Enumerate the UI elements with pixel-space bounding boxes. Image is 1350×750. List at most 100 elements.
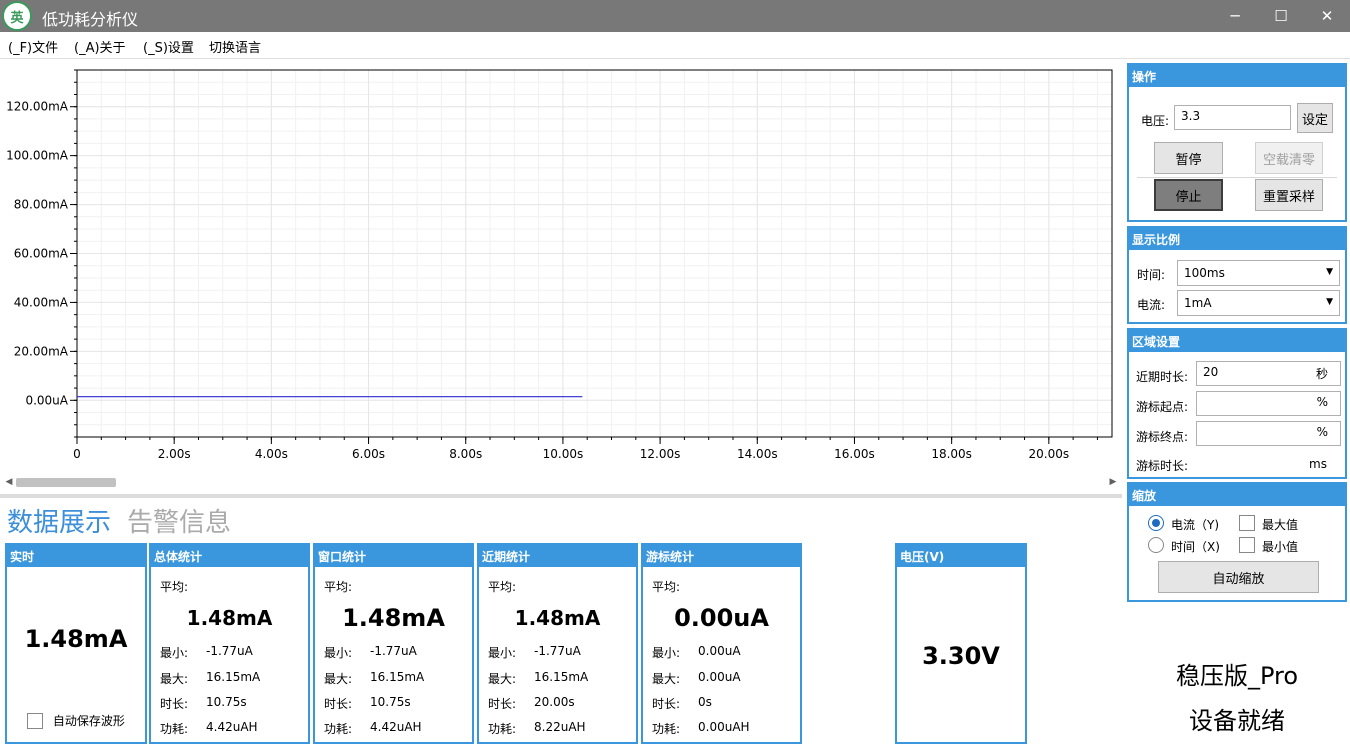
scroll-left-icon[interactable]: ◀ xyxy=(2,474,16,490)
current-scale-value: 1mA xyxy=(1184,296,1212,310)
menu-about[interactable]: (_A)关于 xyxy=(74,37,126,56)
cursor-end-input[interactable]: % xyxy=(1196,421,1341,446)
y-tick-label: 20.00mA xyxy=(14,344,69,358)
menu-settings[interactable]: (_S)设置 xyxy=(143,37,194,56)
duration-value: 10.75s xyxy=(370,695,411,709)
window-title: 低功耗分析仪 xyxy=(42,10,139,29)
autosave-checkbox[interactable] xyxy=(27,712,43,729)
x-tick-label: 12.00s xyxy=(640,447,681,461)
maximize-button[interactable]: ☐ xyxy=(1258,0,1304,32)
power-value: 0.00uAH xyxy=(698,720,750,734)
min-value: 0.00uA xyxy=(698,644,741,658)
operation-divider xyxy=(1137,177,1337,178)
power-label: 功耗: xyxy=(652,722,681,736)
realtime-panel: 实时 1.48mA 自动保存波形 xyxy=(5,543,147,744)
zoom-current-radio[interactable] xyxy=(1148,515,1164,531)
percent-unit: % xyxy=(1316,425,1328,439)
tab-data-display[interactable]: 数据展示 xyxy=(7,502,111,539)
duration-value: 10.75s xyxy=(206,695,247,709)
zoom-time-label: 时间（X) xyxy=(1171,540,1220,554)
chevron-down-icon: ▼ xyxy=(1326,297,1333,307)
avg-value: 1.48mA xyxy=(186,606,273,630)
x-tick-label: 20.00s xyxy=(1029,447,1070,461)
panel-splitter[interactable] xyxy=(0,494,1122,498)
min-value: -1.77uA xyxy=(370,644,417,658)
power-value: 8.22uAH xyxy=(534,720,586,734)
cursor-start-label: 游标起点: xyxy=(1136,400,1189,414)
max-value: 16.15mA xyxy=(370,670,425,684)
operation-group: 操作 电压: 3.3 设定 暂停 空载清零 停止 重置采样 xyxy=(1127,63,1347,222)
waveform-chart[interactable]: 120.00mA 100.00mA 80.00mA 60.00mA 40.00mA 20.… xyxy=(0,60,1122,494)
max-value: 0.00uA xyxy=(698,670,741,684)
menu-language[interactable]: 切换语言 xyxy=(209,37,261,56)
min-label: 最小: xyxy=(488,646,517,660)
cursor-start-input[interactable]: % xyxy=(1196,391,1341,416)
menu-bar: (_F)文件 (_A)关于 (_S)设置 切换语言 xyxy=(0,32,1350,59)
stop-button[interactable]: 停止 xyxy=(1154,179,1223,211)
min-label: 最小: xyxy=(324,646,353,660)
avg-label: 平均: xyxy=(652,580,681,594)
min-label: 最小: xyxy=(652,646,681,660)
percent-unit: % xyxy=(1316,395,1328,409)
operation-title: 操作 xyxy=(1129,65,1345,87)
tab-alarm-info[interactable]: 告警信息 xyxy=(127,502,231,539)
current-scale-select[interactable]: 1mA ▼ xyxy=(1177,290,1340,316)
power-value: 4.42uAH xyxy=(370,720,422,734)
zoom-max-checkbox[interactable] xyxy=(1239,515,1255,531)
chart-horizontal-scrollbar[interactable]: ◀ ▶ xyxy=(0,474,1122,490)
zoom-time-radio[interactable] xyxy=(1148,537,1164,553)
auto-zoom-button[interactable]: 自动缩放 xyxy=(1158,561,1319,593)
display-scale-title: 显示比例 xyxy=(1129,228,1345,250)
autosave-option[interactable]: 自动保存波形 xyxy=(27,712,125,729)
current-scale-label: 电流: xyxy=(1137,298,1166,312)
avg-value: 0.00uA xyxy=(674,604,769,632)
voltage-title: 电压(V) xyxy=(897,545,1025,567)
y-tick-label: 120.00mA xyxy=(6,100,69,114)
x-tick-label: 10.00s xyxy=(543,447,584,461)
voltage-input[interactable]: 3.3 xyxy=(1174,105,1291,130)
display-scale-group: 显示比例 时间: 100ms ▼ 电流: 1mA ▼ xyxy=(1127,226,1347,324)
reset-sampling-button[interactable]: 重置采样 xyxy=(1255,179,1323,211)
max-value: 16.15mA xyxy=(206,670,261,684)
recent-stats-panel: 近期统计 平均: 1.48mA 最小: -1.77uA 最大: 16.15mA … xyxy=(477,543,638,744)
avg-label: 平均: xyxy=(160,580,189,594)
close-button[interactable]: ✕ xyxy=(1304,0,1350,32)
power-value: 4.42uAH xyxy=(206,720,258,734)
power-label: 功耗: xyxy=(160,722,189,736)
scroll-right-icon[interactable]: ▶ xyxy=(1106,474,1120,490)
time-scale-value: 100ms xyxy=(1184,266,1225,280)
menu-file[interactable]: (_F)文件 xyxy=(8,37,58,56)
recent-duration-value: 20 xyxy=(1203,365,1219,379)
zero-calibrate-button[interactable]: 空载清零 xyxy=(1255,142,1323,174)
panel-title: 总体统计 xyxy=(151,545,308,567)
recent-duration-input[interactable]: 20 秒 xyxy=(1196,361,1341,386)
x-tick-label: 16.00s xyxy=(834,447,875,461)
y-tick-label: 100.00mA xyxy=(6,149,69,163)
scrollbar-thumb[interactable] xyxy=(16,478,116,487)
minimize-button[interactable]: ─ xyxy=(1212,0,1258,32)
x-tick-label: 8.00s xyxy=(449,447,482,461)
x-tick-label: 14.00s xyxy=(737,447,778,461)
zoom-max-label: 最大值 xyxy=(1262,518,1299,532)
zoom-group: 缩放 电流（Y) 最大值 时间（X) 最小值 自动缩放 xyxy=(1127,482,1347,602)
max-label: 最大: xyxy=(488,672,517,686)
x-tick-label: 0 xyxy=(73,447,81,461)
pause-button[interactable]: 暂停 xyxy=(1154,142,1223,174)
realtime-title: 实时 xyxy=(7,545,145,567)
power-label: 功耗: xyxy=(324,722,353,736)
panel-title: 游标统计 xyxy=(643,545,800,567)
waveform-plot[interactable]: 120.00mA 100.00mA 80.00mA 60.00mA 40.00mA 20.… xyxy=(0,60,1122,472)
set-voltage-button[interactable]: 设定 xyxy=(1297,103,1333,133)
voltage-value: 3.30V xyxy=(922,642,1000,670)
panel-title: 窗口统计 xyxy=(315,545,472,567)
zoom-current-label: 电流（Y) xyxy=(1171,518,1220,532)
avg-label: 平均: xyxy=(324,580,353,594)
autosave-label: 自动保存波形 xyxy=(52,714,125,728)
edition-label: 稳压版_Pro xyxy=(1175,662,1299,690)
app-logo-icon: 英 xyxy=(2,1,32,31)
zoom-min-checkbox[interactable] xyxy=(1239,537,1255,553)
chevron-down-icon: ▼ xyxy=(1326,267,1333,277)
time-scale-select[interactable]: 100ms ▼ xyxy=(1177,260,1340,286)
duration-label: 时长: xyxy=(488,697,517,711)
window-stats-panel: 窗口统计 平均: 1.48mA 最小: -1.77uA 最大: 16.15mA … xyxy=(313,543,474,744)
